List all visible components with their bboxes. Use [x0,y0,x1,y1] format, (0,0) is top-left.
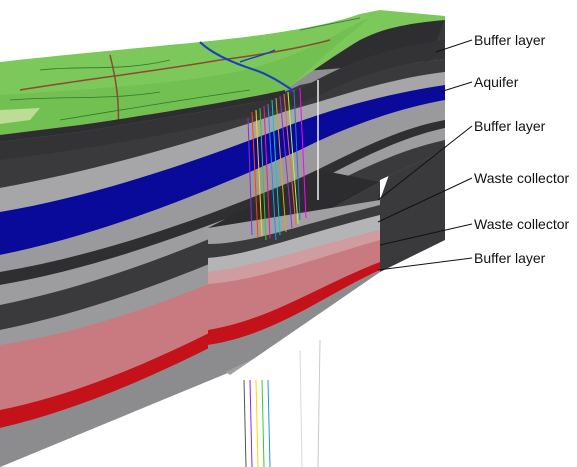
label-waste-collector-upper: Waste collector [474,170,570,186]
label-waste-collector-lower: Waste collector [474,216,570,232]
geology-cross-section [0,10,473,467]
label-buffer-layer-middle: Buffer layer [474,118,546,134]
geological-block-diagram: Buffer layer Aquifer Buffer layer Waste … [0,0,577,467]
label-buffer-layer-bottom: Buffer layer [474,250,546,266]
label-aquifer: Aquifer [474,74,519,90]
label-buffer-layer-top: Buffer layer [474,32,546,48]
